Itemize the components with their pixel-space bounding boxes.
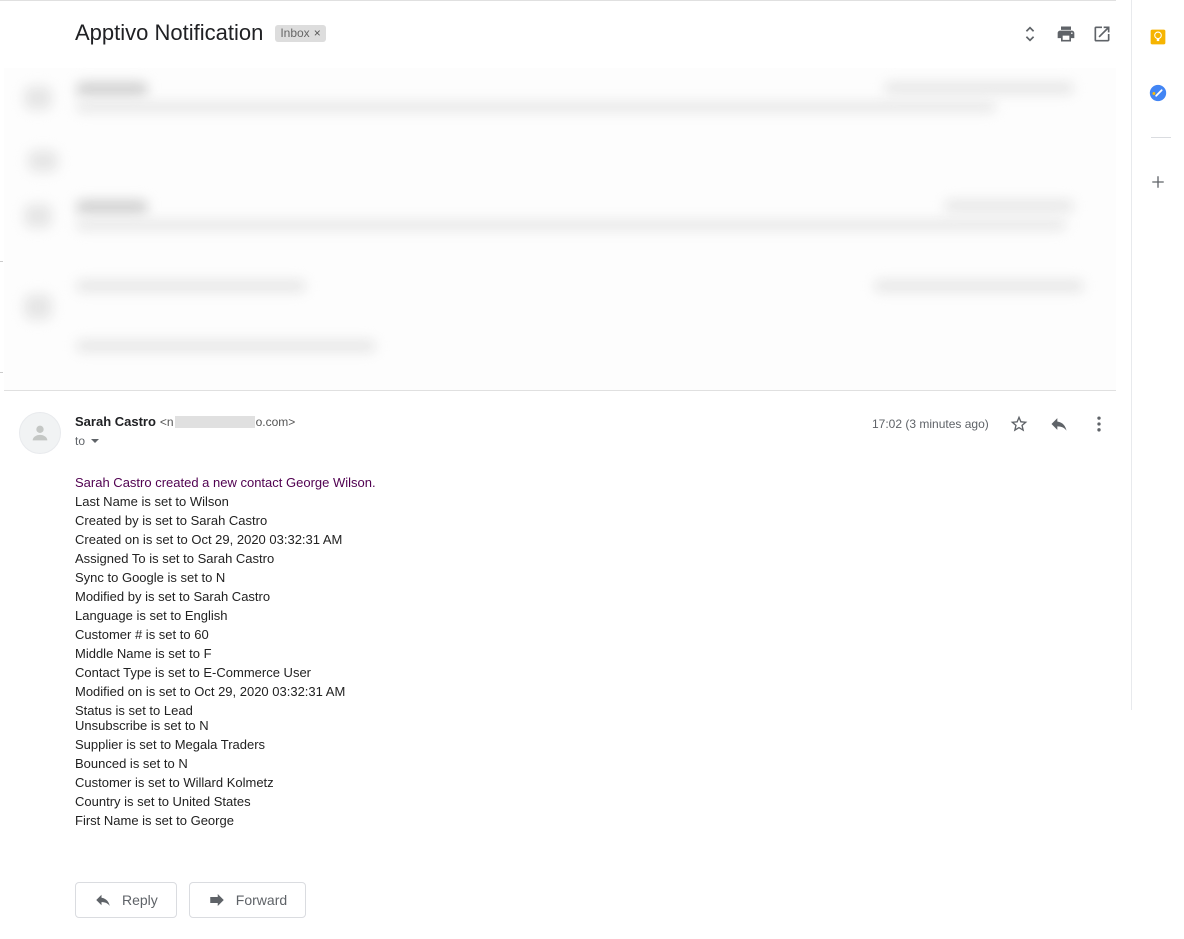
remove-label-icon[interactable]: × <box>314 26 321 40</box>
message-timestamp: 17:02 (3 minutes ago) <box>872 417 989 431</box>
expand-collapse-icon[interactable] <box>1020 22 1040 46</box>
sender-line: Sarah Castro <n o.com> <box>75 414 295 429</box>
field-line: Modified on is set to Oct 29, 2020 03:32… <box>75 684 346 699</box>
keep-icon[interactable] <box>1147 26 1169 48</box>
open-in-new-window-icon[interactable] <box>1092 22 1112 46</box>
rail-divider <box>1151 137 1171 138</box>
top-border <box>0 0 1116 1</box>
edge-tick <box>0 261 3 262</box>
recipients-line: to <box>75 434 100 448</box>
field-line: Modified by is set to Sarah Castro <box>75 589 271 604</box>
reply-icon <box>96 894 110 906</box>
blurred-date <box>884 82 1074 94</box>
field-line: Unsubscribe is set to N <box>75 718 209 733</box>
reply-label: Reply <box>122 892 158 908</box>
blurred-snippet <box>76 340 376 352</box>
forward-button[interactable]: Forward <box>188 882 307 918</box>
field-line: Assigned To is set to Sarah Castro <box>75 551 275 566</box>
footer-actions: Reply Forward <box>75 882 307 918</box>
reply-button[interactable]: Reply <box>75 882 177 918</box>
field-line: Bounced is set to N <box>75 756 188 771</box>
forward-label: Forward <box>235 892 288 908</box>
forward-icon <box>210 894 224 906</box>
field-line: Customer is set to Willard Kolmetz <box>75 775 274 790</box>
field-line: Sync to Google is set to N <box>75 570 226 585</box>
field-line: Supplier is set to Megala Traders <box>75 737 266 752</box>
blurred-avatar <box>24 294 52 320</box>
redacted-email <box>174 415 255 428</box>
sender-email-suffix: o.com> <box>255 414 296 429</box>
reply-icon[interactable] <box>1049 412 1069 436</box>
field-line: Customer # is set to 60 <box>75 627 209 642</box>
field-line: Contact Type is set to E-Commerce User <box>75 665 312 680</box>
blurred-avatar <box>28 150 58 172</box>
side-panel-rail <box>1131 0 1184 710</box>
to-label: to <box>75 434 86 448</box>
message-body: Sarah Castro created a new contact Georg… <box>75 473 376 830</box>
star-icon[interactable] <box>1009 412 1029 436</box>
sender-email: <n o.com> <box>160 415 295 429</box>
message-divider <box>4 390 1116 391</box>
blurred-snippet <box>76 220 1066 230</box>
blurred-avatar <box>24 204 52 228</box>
email-subject: Apptivo Notification <box>75 20 264 45</box>
blurred-sender <box>76 200 148 214</box>
blurred-date <box>874 280 1084 292</box>
field-line: Country is set to United States <box>75 794 251 809</box>
collapsed-messages-blurred <box>4 68 1116 390</box>
more-options-icon[interactable] <box>1089 412 1109 436</box>
blurred-date <box>944 200 1074 212</box>
sender-avatar[interactable] <box>19 412 61 454</box>
field-line: Language is set to English <box>75 608 228 623</box>
sender-email-prefix: <n <box>159 414 174 429</box>
field-line-clipped: Status is set to Lead <box>75 703 193 716</box>
blurred-sender <box>76 82 148 96</box>
blurred-sender <box>76 280 306 292</box>
add-addon-icon[interactable] <box>1147 171 1169 193</box>
inbox-label-chip[interactable]: Inbox × <box>275 24 326 42</box>
message-meta: 17:02 (3 minutes ago) <box>872 412 1109 436</box>
field-line: First Name is set to George <box>75 813 234 828</box>
field-line: Created by is set to Sarah Castro <box>75 513 268 528</box>
blurred-avatar <box>24 86 52 110</box>
sender-name[interactable]: Sarah Castro <box>75 414 156 429</box>
tasks-icon[interactable] <box>1147 82 1169 104</box>
email-view: Apptivo Notification Inbox × Sarah Castr… <box>0 0 1131 939</box>
show-details-caret-icon[interactable] <box>91 439 100 443</box>
label-chip-text: Inbox <box>280 25 310 40</box>
print-icon[interactable] <box>1056 22 1076 46</box>
blurred-snippet <box>76 102 996 112</box>
thread-actions <box>1020 22 1112 46</box>
person-icon <box>32 425 48 441</box>
field-line: Middle Name is set to F <box>75 646 212 661</box>
edge-tick <box>0 372 3 373</box>
message-headline: Sarah Castro created a new contact Georg… <box>75 475 376 490</box>
field-line: Created on is set to Oct 29, 2020 03:32:… <box>75 532 343 547</box>
subject-row: Apptivo Notification Inbox × <box>75 20 326 46</box>
field-line: Last Name is set to Wilson <box>75 494 229 509</box>
